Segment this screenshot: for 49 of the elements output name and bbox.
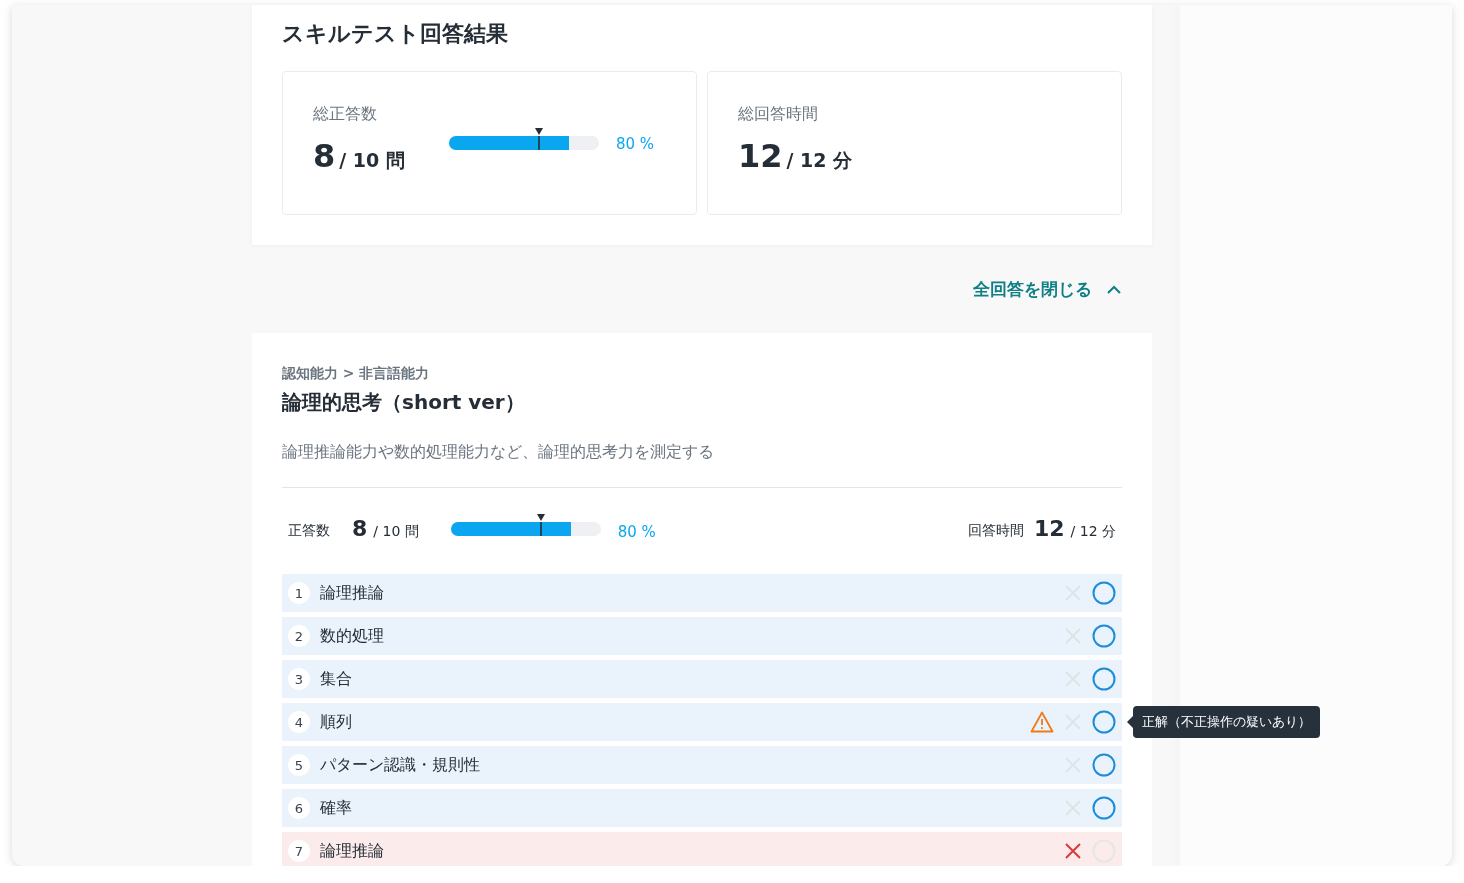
question-number: 2 bbox=[288, 625, 310, 647]
section-title: 論理的思考（short ver） bbox=[282, 389, 526, 416]
question-name: 確率 bbox=[320, 797, 353, 819]
question-row[interactable]: 3 集合 bbox=[282, 660, 1122, 698]
score-total: / 10 問 bbox=[339, 149, 405, 171]
question-row[interactable]: 6 確率 bbox=[282, 789, 1122, 827]
circle-icon bbox=[1092, 624, 1116, 648]
tooltip: 正解（不正操作の疑いあり） bbox=[1133, 706, 1320, 738]
score-total: / 10 問 bbox=[373, 523, 419, 539]
cross-icon bbox=[1064, 842, 1082, 860]
chevron-icon[interactable] bbox=[1106, 284, 1122, 294]
question-name: パターン認識・規則性 bbox=[320, 754, 481, 776]
section-description: 論理推論能力や数的処理能力など、論理的思考力を測定する bbox=[282, 442, 715, 463]
page-title: スキルテスト回答結果 bbox=[282, 20, 509, 48]
question-name: 論理推論 bbox=[320, 582, 385, 604]
time-label: 総回答時間 bbox=[738, 104, 819, 125]
question-row[interactable]: 2 数的処理 bbox=[282, 617, 1122, 655]
question-row[interactable]: 4 順列 bbox=[282, 703, 1122, 741]
question-number: 7 bbox=[288, 840, 310, 862]
time-value: 12 bbox=[738, 137, 783, 175]
question-number: 5 bbox=[288, 754, 310, 776]
score-label: 正答数 bbox=[288, 522, 330, 540]
time-total: / 12 分 bbox=[786, 149, 853, 171]
circle-icon bbox=[1092, 796, 1116, 820]
time-label: 回答時間 bbox=[967, 522, 1024, 540]
question-name: 論理推論 bbox=[320, 840, 385, 862]
score-label: 総正答数 bbox=[313, 104, 378, 125]
collapse-answers-link[interactable]: 全回答を閉じる bbox=[973, 277, 1092, 301]
circle-icon bbox=[1092, 753, 1116, 777]
question-name: 集合 bbox=[320, 668, 353, 690]
circle-icon bbox=[1092, 710, 1116, 734]
time-value: 12 bbox=[1033, 516, 1065, 541]
circle-icon bbox=[1092, 667, 1116, 691]
time-total: / 12 分 bbox=[1070, 523, 1116, 539]
question-row[interactable]: 7 論理推論 bbox=[282, 832, 1122, 866]
breadcrumb: 認知能力 > 非言語能力 bbox=[282, 365, 431, 383]
score-percent: 80 % bbox=[617, 523, 656, 541]
question-row[interactable]: 5 パターン認識・規則性 bbox=[282, 746, 1122, 784]
question-name: 順列 bbox=[320, 711, 353, 733]
question-number: 3 bbox=[288, 668, 310, 690]
circle-icon bbox=[1092, 581, 1116, 605]
score-value: 8 bbox=[352, 516, 368, 541]
question-number: 6 bbox=[288, 797, 310, 819]
score-percent: 80 % bbox=[615, 135, 654, 153]
question-row[interactable]: 1 論理推論 bbox=[282, 574, 1122, 612]
question-name: 数的処理 bbox=[320, 625, 385, 647]
question-number: 4 bbox=[288, 711, 310, 733]
question-number: 1 bbox=[288, 582, 310, 604]
score-value: 8 bbox=[313, 137, 336, 175]
